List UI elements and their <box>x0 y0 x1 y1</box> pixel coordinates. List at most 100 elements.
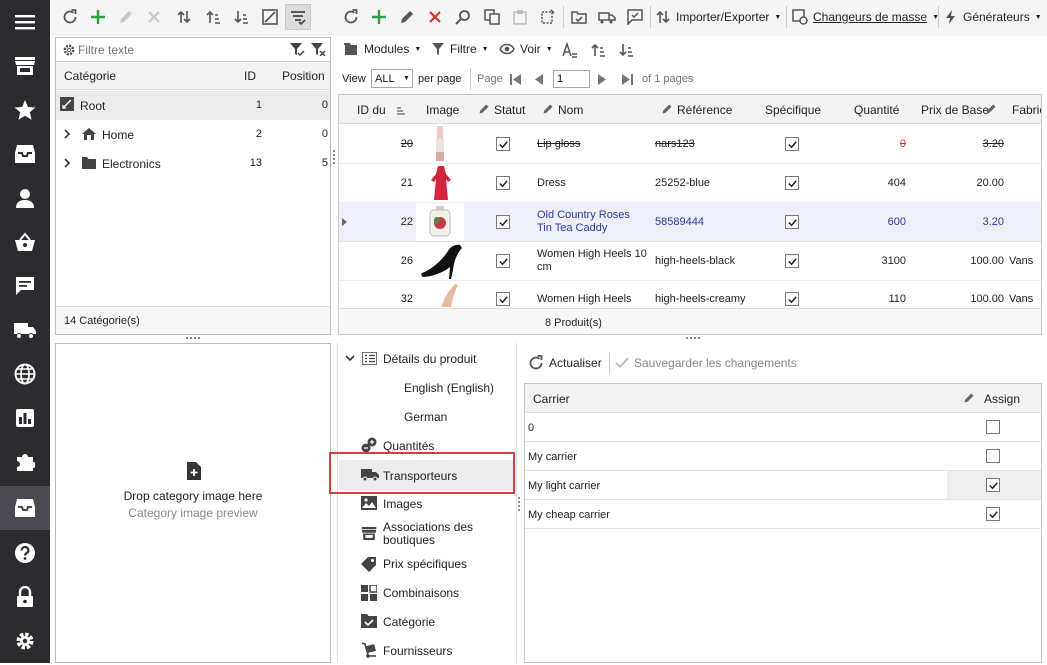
col-reference[interactable]: Référence <box>677 103 732 117</box>
col-specifique[interactable]: Spécifique <box>765 103 821 117</box>
page-number-input[interactable] <box>553 70 590 88</box>
splitter-handle[interactable] <box>186 337 200 340</box>
chevron-right-icon[interactable] <box>64 158 71 168</box>
cat-move-button[interactable] <box>171 4 197 30</box>
col-categorie[interactable]: Catégorie <box>64 69 116 83</box>
carrier-row[interactable]: My carrier <box>525 442 1041 471</box>
col-quantite[interactable]: Quantité <box>854 103 899 117</box>
details-item-prix[interactable]: Prix spécifiques <box>338 549 523 578</box>
prod-edit-button[interactable] <box>394 4 420 30</box>
details-item-produit[interactable]: Détails du produit <box>338 344 523 373</box>
sidebar-international[interactable] <box>0 352 50 396</box>
sort-up-icon[interactable] <box>590 42 606 58</box>
specifique-checkbox[interactable] <box>785 137 799 151</box>
specifique-checkbox[interactable] <box>785 176 799 190</box>
filter-clear-icon[interactable] <box>310 42 326 56</box>
category-row[interactable]: Root 1 0 <box>56 91 330 120</box>
prod-approve-button[interactable] <box>622 4 648 30</box>
assign-checkbox[interactable] <box>986 420 1000 434</box>
col-assign[interactable]: Assign <box>984 392 1020 406</box>
statut-checkbox[interactable] <box>496 215 510 229</box>
gear-icon[interactable] <box>62 43 76 57</box>
details-item-quantites[interactable]: Quantités <box>338 431 523 460</box>
prod-delete-button[interactable] <box>422 4 448 30</box>
product-row[interactable]: 26 Women High Heels 10 cm high-heels-bla… <box>339 242 1041 281</box>
prod-search-button[interactable] <box>450 4 476 30</box>
sidebar-settings[interactable] <box>0 619 50 663</box>
hamburger-menu-button[interactable] <box>0 0 50 44</box>
prod-paste-button[interactable] <box>507 4 533 30</box>
category-row[interactable]: Home 2 0 <box>56 120 330 149</box>
col-nom[interactable]: Nom <box>558 103 583 117</box>
last-page-icon[interactable] <box>621 74 633 85</box>
col-position[interactable]: Position <box>282 69 325 83</box>
prod-select-button[interactable] <box>535 4 561 30</box>
col-id[interactable]: ID <box>244 69 256 83</box>
next-page-icon[interactable] <box>598 74 607 85</box>
cat-add-button[interactable] <box>85 4 111 30</box>
splitter-handle[interactable] <box>686 337 700 340</box>
details-item-images[interactable]: Images <box>338 489 523 518</box>
font-size-icon[interactable] <box>562 42 578 58</box>
product-row-selected[interactable]: 22 Old Country Roses Tin Tea Caddy 58589… <box>339 203 1041 242</box>
sidebar-catalog[interactable] <box>0 486 50 530</box>
statut-checkbox[interactable] <box>496 254 510 268</box>
details-item-english[interactable]: English (English) <box>338 373 523 402</box>
filtre-menu[interactable]: Filtre ▼ <box>431 36 489 62</box>
filter-apply-icon[interactable] <box>289 42 305 56</box>
category-row[interactable]: Electronics 13 5 <box>56 149 330 178</box>
sidebar-inbox[interactable] <box>0 132 50 176</box>
col-prix[interactable]: Prix de Base <box>921 103 989 117</box>
category-image-dropzone[interactable]: Drop category image here Category image … <box>55 343 331 663</box>
sidebar-messages[interactable] <box>0 264 50 308</box>
sidebar-shipping[interactable] <box>0 308 50 352</box>
sidebar-store[interactable] <box>0 44 50 88</box>
carrier-row[interactable]: 0 <box>525 413 1041 442</box>
carrier-row[interactable]: My cheap carrier <box>525 500 1041 529</box>
col-carrier[interactable]: Carrier <box>533 392 570 406</box>
assign-checkbox[interactable] <box>986 478 1000 492</box>
details-item-associations[interactable]: Associations des boutiques <box>338 518 523 550</box>
details-item-german[interactable]: German <box>338 402 523 431</box>
prod-move-category-button[interactable] <box>566 4 592 30</box>
prod-duplicate-button[interactable] <box>479 4 505 30</box>
changeurs-masse-menu[interactable]: Changeurs de masse ▼ <box>792 4 939 30</box>
sidebar-modules[interactable] <box>0 440 50 484</box>
prev-page-icon[interactable] <box>534 74 543 85</box>
sidebar-lock[interactable] <box>0 575 50 619</box>
chevron-right-icon[interactable] <box>64 129 71 139</box>
col-fabric[interactable]: Fabric <box>1012 103 1041 117</box>
cat-sort-desc-button[interactable] <box>228 4 254 30</box>
generateurs-menu[interactable]: Générateurs ▼ <box>944 4 1042 30</box>
chevron-down-icon[interactable] <box>345 355 355 362</box>
details-item-transporteurs[interactable]: Transporteurs <box>339 460 513 490</box>
statut-checkbox[interactable] <box>496 137 510 151</box>
sidebar-stats[interactable] <box>0 396 50 440</box>
cat-filter-toggle-button[interactable] <box>285 4 311 30</box>
col-image[interactable]: Image <box>426 103 459 117</box>
assign-checkbox[interactable] <box>986 449 1000 463</box>
first-page-icon[interactable] <box>510 74 522 85</box>
details-item-fournisseurs[interactable]: Fournisseurs <box>338 636 523 665</box>
splitter-handle[interactable] <box>333 150 336 164</box>
carrier-row[interactable]: My light carrier <box>525 471 1041 500</box>
specifique-checkbox[interactable] <box>785 292 799 306</box>
prod-refresh-button[interactable] <box>338 4 364 30</box>
voir-menu[interactable]: Voir ▼ <box>499 36 553 62</box>
sidebar-orders[interactable] <box>0 220 50 264</box>
details-item-categorie[interactable]: Catégorie <box>338 607 523 636</box>
statut-checkbox[interactable] <box>496 176 510 190</box>
product-row[interactable]: 32 Women High Heels high-heels-creamy 11… <box>339 281 1041 307</box>
importer-exporter-menu[interactable]: Importer/Exporter ▼ <box>655 4 781 30</box>
details-item-combinaisons[interactable]: Combinaisons <box>338 578 523 607</box>
cat-delete-button[interactable] <box>141 4 167 30</box>
modules-menu[interactable]: Modules ▼ <box>343 36 421 62</box>
prod-add-button[interactable] <box>366 4 392 30</box>
actualiser-button[interactable]: Actualiser <box>528 350 602 376</box>
col-id[interactable]: ID du <box>357 103 386 117</box>
view-select[interactable]: ALL ▼ <box>371 69 413 88</box>
cat-sort-asc-button[interactable] <box>200 4 226 30</box>
sidebar-help[interactable] <box>0 531 50 575</box>
specifique-checkbox[interactable] <box>785 254 799 268</box>
cat-edit-button[interactable] <box>113 4 139 30</box>
